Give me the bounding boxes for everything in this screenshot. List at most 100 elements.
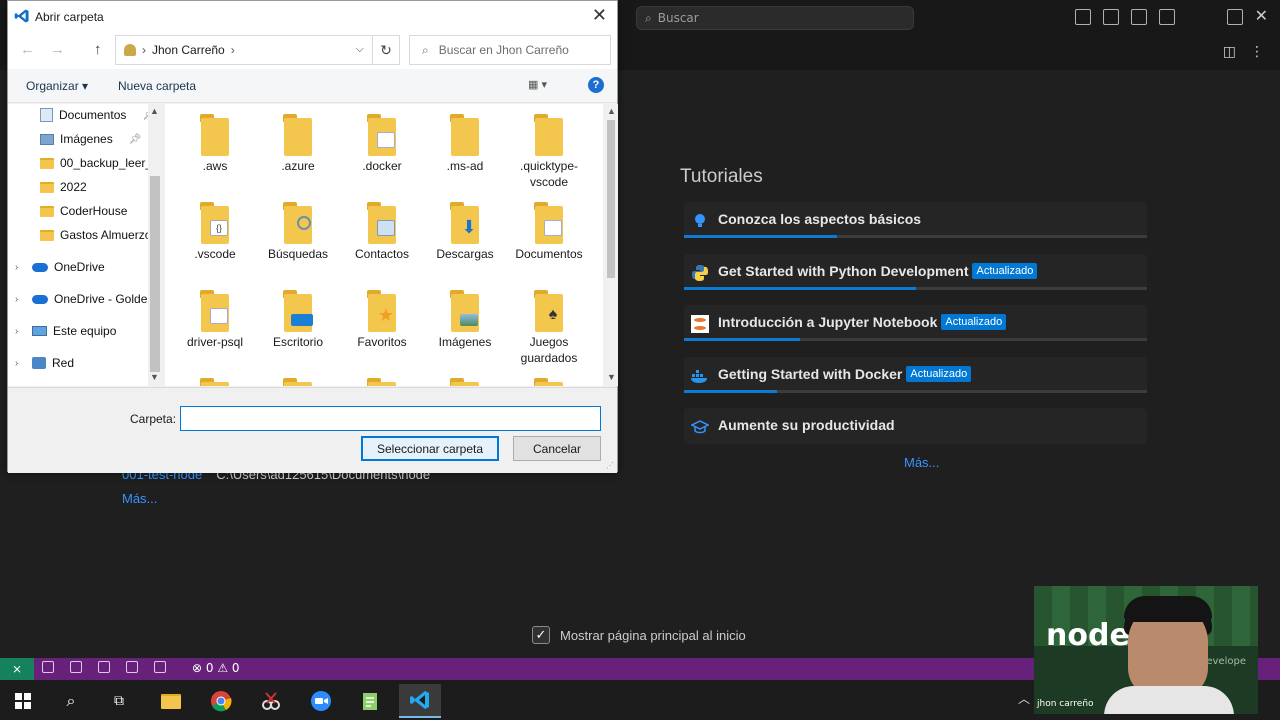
file-explorer-icon[interactable] bbox=[150, 684, 192, 718]
lightbulb-icon bbox=[690, 211, 710, 231]
folder-item[interactable]: .quicktype-vscode bbox=[510, 114, 588, 190]
folder-icon bbox=[367, 202, 397, 244]
nav-scrollbar[interactable]: ▲ ▼ bbox=[148, 104, 162, 386]
folder-icon bbox=[283, 202, 313, 244]
command-center-search[interactable]: ⌕ Buscar bbox=[636, 6, 914, 30]
search-icon[interactable]: ⌕ bbox=[50, 684, 92, 718]
folder-item[interactable]: Búsquedas bbox=[259, 202, 337, 262]
toggle-sidebar-icon[interactable] bbox=[1074, 9, 1091, 25]
expand-chevron-icon[interactable]: › bbox=[15, 358, 18, 369]
more-actions-icon[interactable]: ⋮ bbox=[1250, 44, 1264, 60]
cancel-button[interactable]: Cancelar bbox=[513, 436, 601, 461]
walkthrough-python[interactable]: Get Started with Python Development Actua… bbox=[684, 254, 1147, 290]
folder-item[interactable]: driver-psql bbox=[176, 290, 254, 350]
close-icon[interactable]: ✕ bbox=[592, 5, 607, 26]
dialog-title: Abrir carpeta bbox=[35, 10, 104, 24]
folder-label: Juegos guardados bbox=[520, 335, 578, 365]
nav-item-imagenes[interactable]: Imágenes 📌︎ bbox=[40, 132, 141, 146]
copy-icon[interactable] bbox=[42, 661, 54, 673]
folder-item-partial[interactable] bbox=[176, 378, 254, 386]
expand-chevron-icon[interactable]: › bbox=[15, 294, 18, 305]
nav-item-backup[interactable]: 00_backup_leer_e bbox=[40, 156, 159, 170]
walkthrough-label: Aumente su productividad bbox=[718, 417, 895, 433]
nav-item-red[interactable]: Red bbox=[32, 356, 74, 370]
search-icon[interactable] bbox=[70, 661, 82, 673]
expand-chevron-icon[interactable]: › bbox=[15, 262, 18, 273]
scroll-up-icon: ▲ bbox=[150, 106, 159, 116]
split-editor-icon[interactable]: ◫ bbox=[1223, 44, 1236, 60]
source-control-icon[interactable] bbox=[98, 661, 110, 673]
folder-label: Escritorio bbox=[272, 335, 323, 349]
resize-grip-icon[interactable]: ⋰ bbox=[606, 461, 614, 470]
folder-item-partial[interactable] bbox=[259, 378, 337, 386]
snipping-tool-icon[interactable] bbox=[250, 684, 292, 718]
new-folder-button[interactable]: Nueva carpeta bbox=[118, 79, 196, 93]
folder-item[interactable]: .azure bbox=[259, 114, 337, 174]
more-walkthroughs-link[interactable]: Más... bbox=[904, 455, 939, 470]
problems-count[interactable]: ⊗ 0 ⚠ 0 bbox=[192, 661, 240, 675]
folder-item[interactable]: {} .vscode bbox=[176, 202, 254, 262]
folder-item[interactable]: .docker bbox=[343, 114, 421, 174]
folder-item[interactable]: .aws bbox=[176, 114, 254, 174]
folder-input[interactable] bbox=[180, 406, 601, 431]
start-icon[interactable] bbox=[2, 684, 44, 718]
nav-item-este-equipo[interactable]: Este equipo bbox=[32, 324, 116, 338]
nav-item-coderhouse[interactable]: CoderHouse bbox=[40, 204, 127, 218]
walkthrough-jupyter[interactable]: Introducción a Jupyter Notebook Actualiza… bbox=[684, 305, 1147, 341]
tray-chevron-icon[interactable]: ︿ bbox=[1018, 690, 1030, 707]
folder-label: Búsquedas bbox=[267, 247, 329, 261]
refresh-icon[interactable]: ↻ bbox=[372, 35, 400, 65]
grid-scrollbar[interactable]: ▲ ▼ bbox=[604, 104, 618, 386]
walkthrough-docker[interactable]: Getting Started with Docker Actualizado bbox=[684, 357, 1147, 393]
view-options-icon[interactable]: ▦ ▾ bbox=[528, 78, 547, 91]
status-items bbox=[42, 661, 166, 673]
remote-indicator-icon[interactable]: ⨯ bbox=[0, 658, 34, 680]
more-recent-link[interactable]: Más... bbox=[122, 491, 157, 506]
startup-checkbox[interactable]: ✓ bbox=[532, 626, 550, 644]
up-arrow-icon[interactable]: ↑ bbox=[94, 41, 102, 58]
expand-chevron-icon[interactable]: › bbox=[15, 326, 18, 337]
customize-layout-icon[interactable] bbox=[1158, 9, 1175, 25]
folder-item[interactable]: Imágenes bbox=[426, 290, 504, 350]
folder-item[interactable]: Documentos bbox=[510, 202, 588, 262]
address-bar[interactable]: › Jhon Carreño › ⌵ bbox=[115, 35, 373, 65]
folder-item[interactable]: .ms-ad bbox=[426, 114, 504, 174]
folder-item[interactable]: ★ Favoritos bbox=[343, 290, 421, 350]
forward-arrow-icon[interactable]: → bbox=[50, 41, 65, 58]
close-window-icon[interactable]: ✕ bbox=[1255, 8, 1268, 25]
restore-window-icon[interactable] bbox=[1226, 9, 1243, 25]
run-debug-icon[interactable] bbox=[126, 661, 138, 673]
folder-item-partial[interactable] bbox=[510, 378, 588, 386]
nav-item-2022[interactable]: 2022 bbox=[40, 180, 87, 194]
nav-item-documentos[interactable]: Documentos📌︎ bbox=[40, 108, 155, 122]
vscode-taskbar-icon[interactable] bbox=[399, 684, 441, 718]
back-arrow-icon[interactable]: ← bbox=[20, 41, 35, 58]
folder-item-partial[interactable] bbox=[343, 378, 421, 386]
help-icon[interactable]: ? bbox=[588, 77, 604, 93]
breadcrumb-user[interactable]: Jhon Carreño bbox=[152, 43, 225, 57]
chevron-down-icon[interactable]: ⌵ bbox=[356, 43, 364, 56]
zoom-icon[interactable] bbox=[300, 684, 342, 718]
folder-item[interactable]: Escritorio bbox=[259, 290, 337, 350]
chrome-icon[interactable] bbox=[200, 684, 242, 718]
folder-item[interactable]: Contactos bbox=[343, 202, 421, 262]
nav-item-onedrive-golder[interactable]: OneDrive - Golder bbox=[32, 292, 151, 306]
show-on-startup[interactable]: ✓ Mostrar página principal al inicio bbox=[532, 626, 746, 644]
folder-item[interactable]: ⬇︎ Descargas bbox=[426, 202, 504, 262]
notepad-icon[interactable] bbox=[349, 684, 391, 718]
toggle-secondary-sidebar-icon[interactable] bbox=[1130, 9, 1147, 25]
nav-item-onedrive[interactable]: OneDrive bbox=[32, 260, 105, 274]
organize-menu[interactable]: Organizar ▾ bbox=[26, 79, 88, 93]
folder-item[interactable]: ♠ Juegos guardados bbox=[510, 290, 588, 366]
nav-item-gastos[interactable]: Gastos Almuerzo bbox=[40, 228, 151, 242]
search-icon: ⌕ bbox=[645, 10, 652, 25]
extensions-icon[interactable] bbox=[154, 661, 166, 673]
walkthrough-basics[interactable]: Conozca los aspectos básicos bbox=[684, 202, 1147, 238]
task-view-icon[interactable]: ⧉ bbox=[98, 684, 140, 718]
select-folder-button[interactable]: Seleccionar carpeta bbox=[361, 436, 499, 461]
walkthrough-label: Getting Started with Docker bbox=[718, 366, 903, 382]
walkthrough-productivity[interactable]: Aumente su productividad bbox=[684, 408, 1147, 444]
folder-item-partial[interactable] bbox=[426, 378, 504, 386]
search-folder-input[interactable]: ⌕ Buscar en Jhon Carreño bbox=[409, 35, 611, 65]
toggle-panel-icon[interactable] bbox=[1102, 9, 1119, 25]
